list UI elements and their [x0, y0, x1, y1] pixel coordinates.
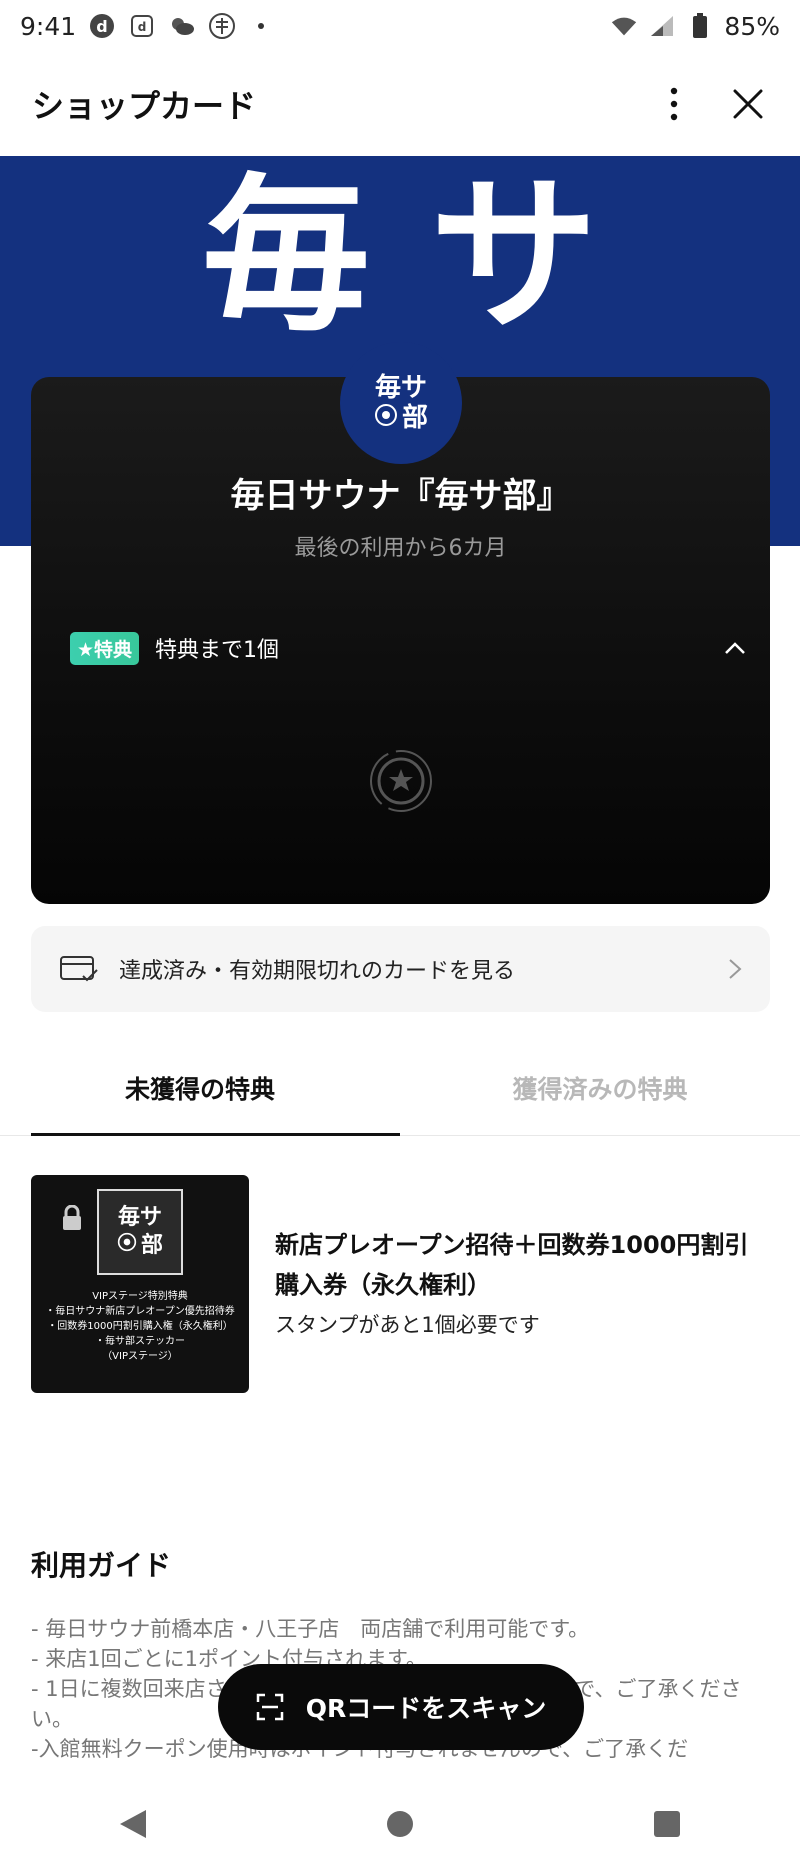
empty-stamp-icon: [370, 750, 432, 812]
view-completed-cards-label: 達成済み・有効期限切れのカードを見る: [119, 959, 516, 984]
battery-level: 85%: [724, 11, 780, 41]
shop-logo: 毎サ 部: [340, 342, 462, 464]
nav-back-button[interactable]: [103, 1794, 163, 1854]
usage-guide-title: 利用ガイド: [31, 1549, 172, 1582]
lock-icon: [63, 1205, 81, 1230]
thumb-line: （VIPステージ）: [102, 1351, 178, 1362]
recents-icon: [653, 1810, 680, 1837]
app-header: ショップカード: [0, 52, 800, 156]
view-completed-cards-link[interactable]: 達成済み・有効期限切れのカードを見る: [31, 926, 770, 1012]
svg-text:d: d: [138, 20, 147, 34]
thumb-line: VIPステージ特別特典: [92, 1291, 188, 1302]
reward-title: 新店プレオープン招待＋回数券1000円割引購入券（永久権利）: [275, 1231, 749, 1299]
reward-tabs: 未獲得の特典 獲得済みの特典: [0, 1040, 800, 1136]
signal-icon: [648, 12, 676, 40]
scan-qr-button[interactable]: QRコードをスキャン: [218, 1664, 584, 1750]
shop-logo-top: 毎サ: [374, 373, 427, 403]
back-icon: [120, 1809, 147, 1838]
tab-earned-rewards[interactable]: 獲得済みの特典: [400, 1040, 800, 1135]
thumb-mascot-icon: [117, 1232, 137, 1252]
thumb-line: ・回数券1000円割引購入権（永久権利）: [47, 1321, 233, 1332]
more-notifications-dot: [258, 23, 265, 29]
vertical-dots-icon: [670, 87, 678, 121]
nav-recents-button[interactable]: [637, 1794, 697, 1854]
card-subtitle: 最後の利用から6カ月: [294, 536, 507, 561]
thumb-logo-top: 毎サ: [117, 1205, 162, 1230]
logo-mascot-icon: [374, 404, 397, 426]
thumb-line: ・毎日サウナ新店プレオープン優先招待券: [45, 1306, 235, 1317]
tab-unearned-rewards[interactable]: 未獲得の特典: [0, 1040, 400, 1136]
thumb-logo-bottom: 部: [140, 1233, 163, 1258]
card-title: 毎日サウナ『毎サ部』: [230, 476, 571, 516]
reward-progress-text: 特典まで1個: [155, 638, 280, 663]
collapse-button[interactable]: [720, 633, 750, 663]
qr-scan-icon: [256, 1693, 283, 1721]
svg-text:d: d: [96, 17, 107, 36]
system-nav-bar: [0, 1780, 800, 1867]
reward-item[interactable]: 毎サ 部 VIPステージ特別特典 ・毎日サウナ新店プレオープン優先招待券 ・回数…: [31, 1175, 770, 1395]
thumb-logo: 毎サ 部: [97, 1189, 183, 1275]
close-button[interactable]: [728, 84, 768, 124]
weather-icon: [168, 12, 196, 40]
guide-item: - 毎日サウナ前橋本店・八王子店 両店舗で利用可能です。: [31, 1617, 590, 1641]
notification-icon: [208, 12, 236, 40]
card-check-icon: [60, 956, 98, 982]
status-bar: 9:41 d d 85%: [0, 0, 800, 52]
home-icon: [386, 1810, 413, 1837]
d-square-icon: d: [128, 12, 156, 40]
scan-qr-label: QRコードをスキャン: [305, 1694, 547, 1723]
chevron-up-icon: [725, 642, 745, 654]
reward-thumbnail: 毎サ 部 VIPステージ特別特典 ・毎日サウナ新店プレオープン優先招待券 ・回数…: [31, 1175, 249, 1393]
d-app-icon: d: [88, 12, 116, 40]
battery-icon: [686, 12, 714, 40]
reward-progress-row[interactable]: ★特典 特典まで1個: [70, 630, 750, 666]
thumb-description: VIPステージ特別特典 ・毎日サウナ新店プレオープン優先招待券 ・回数券1000…: [31, 1289, 249, 1364]
chevron-right-icon: [729, 959, 742, 979]
status-time: 9:41: [20, 11, 77, 41]
thumb-line: ・毎サ部ステッカー: [95, 1336, 185, 1347]
close-icon: [733, 89, 763, 119]
reward-badge: ★特典: [70, 631, 140, 665]
shop-logo-bottom: 部: [401, 403, 428, 433]
reward-requirement: スタンプがあと1個必要です: [275, 1313, 540, 1337]
nav-home-button[interactable]: [370, 1794, 430, 1854]
page-title: ショップカード: [32, 87, 257, 125]
more-options-button[interactable]: [654, 84, 694, 124]
wifi-icon: [610, 12, 638, 40]
banner-text: 毎サ: [202, 158, 658, 354]
